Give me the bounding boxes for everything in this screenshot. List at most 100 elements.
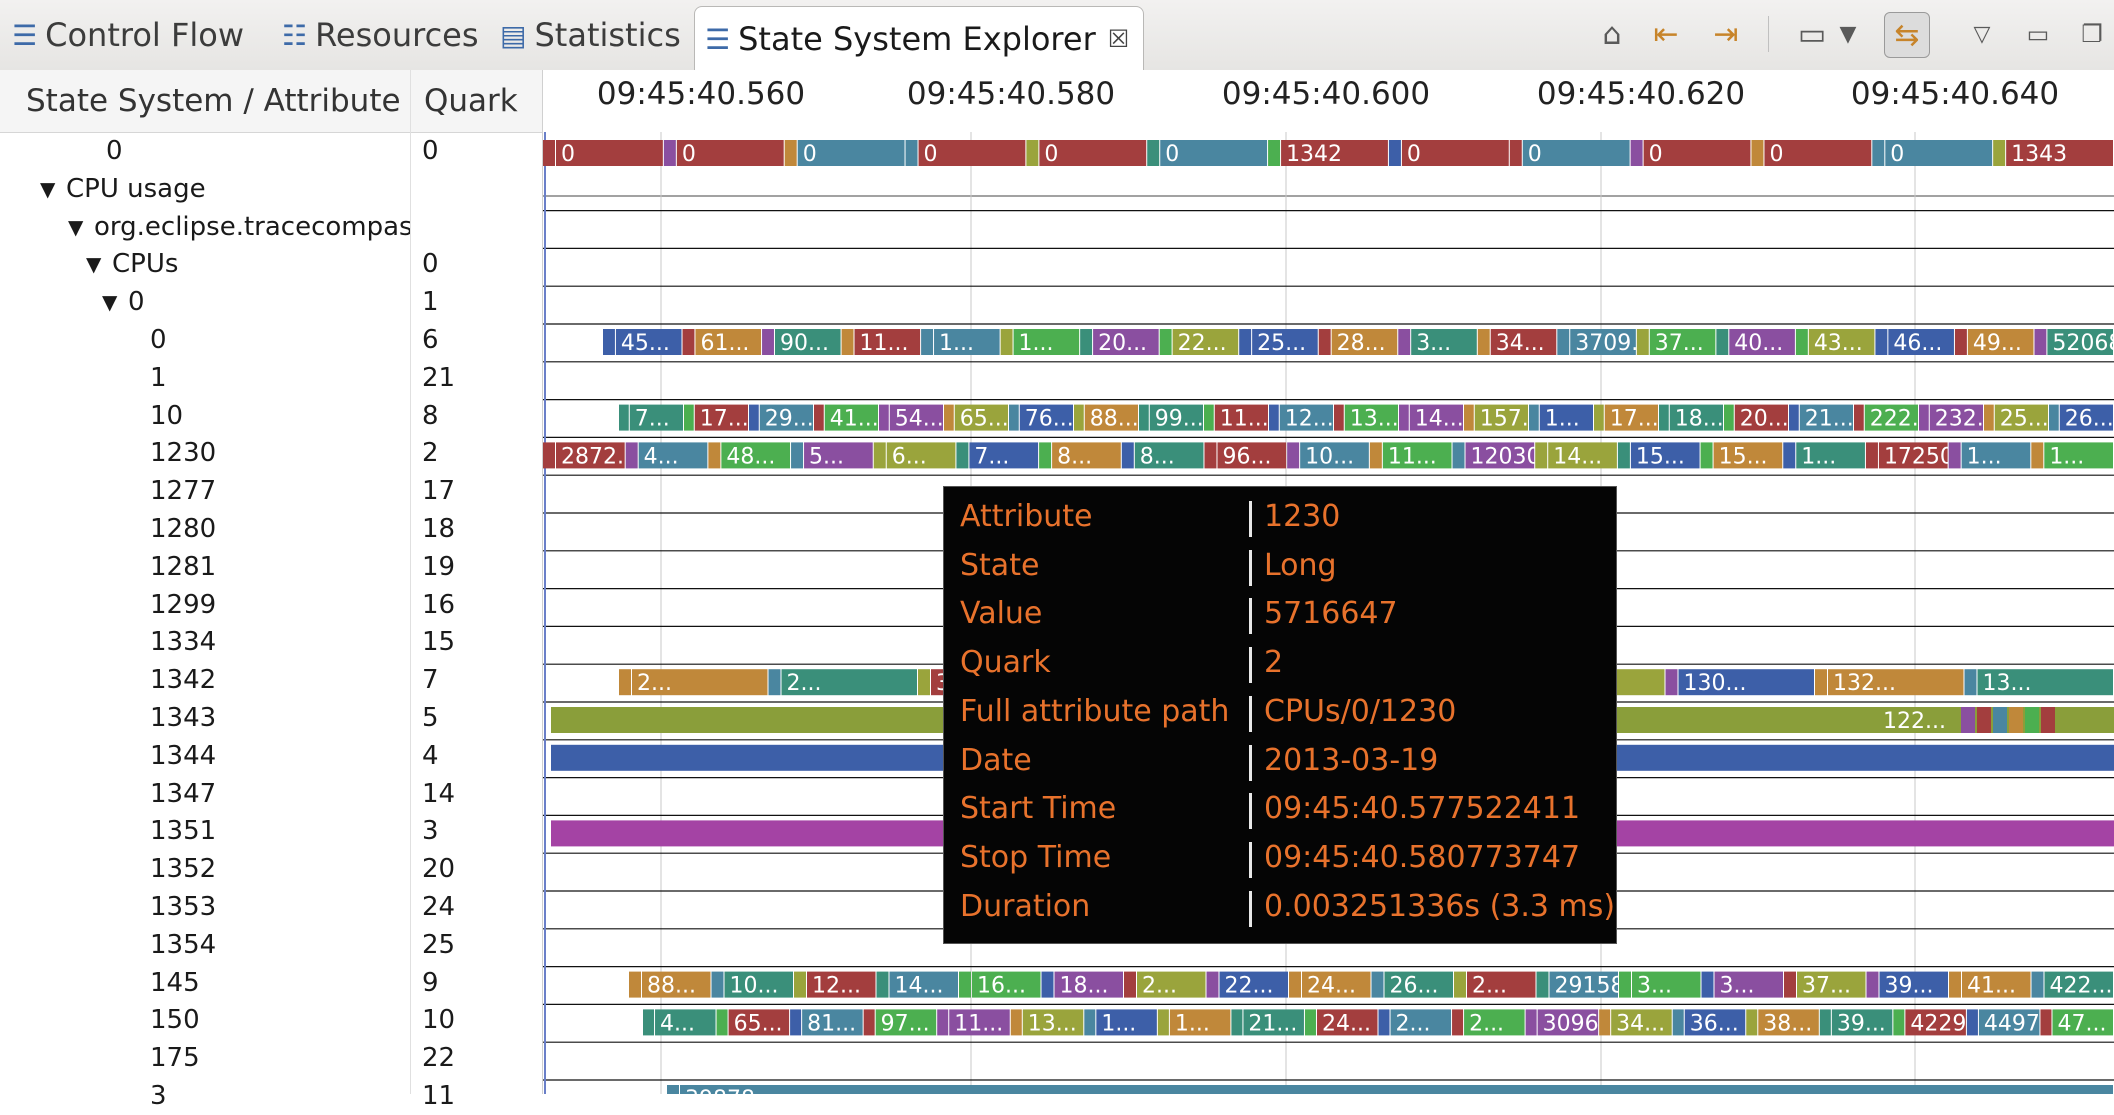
state-label: 0 [1769,142,1783,167]
state-interval [1599,1009,1611,1036]
tree-row[interactable]: 1334 15 [0,623,542,661]
state-interval [1619,971,1631,998]
column-header-attribute[interactable]: State System / Attribute [26,70,401,132]
tree-row[interactable]: 1230 2 [0,434,542,472]
next-marker-icon[interactable]: ⇥ [1704,12,1748,56]
tree-row[interactable]: 1354 25 [0,926,542,964]
attribute-name: 175 [150,1043,200,1074]
tree-row[interactable]: 1352 20 [0,850,542,888]
home-icon[interactable]: ⌂ [1590,12,1634,56]
state-interval [1000,329,1013,355]
tree-row[interactable]: 10 8 [0,397,542,435]
attribute-name: 1354 [150,929,217,960]
synchronize-icon[interactable]: ⇆ [1884,12,1930,58]
state-label: 130... [1684,671,1747,696]
dropdown-arrow-icon[interactable]: ▼ [1834,12,1862,56]
add-bookmark-icon[interactable]: ▭ [1790,12,1834,56]
state-interval [1784,971,1796,998]
state-interval [2025,707,2039,733]
tree-row[interactable]: 1280 18 [0,510,542,548]
state-label: 1... [1101,1011,1136,1036]
attribute-name: 145 [150,967,200,998]
quark-value: 18 [422,514,456,544]
control-flow-icon: ☰ [12,18,38,52]
tree-row[interactable]: 1343 5 [0,699,542,737]
state-interval [921,329,934,355]
tree-row[interactable]: ▼ CPUs 0 [0,245,542,283]
state-interval [1529,404,1539,431]
state-interval [1269,404,1279,431]
maximize-icon[interactable]: ❐ [2070,12,2114,56]
close-icon[interactable]: ☒ [1108,25,1130,53]
tree-row[interactable]: 1299 16 [0,586,542,624]
minimize-icon[interactable]: ▭ [2016,12,2060,56]
tab-statistics[interactable]: ▤ Statistics [500,6,681,64]
state-label: 15... [1636,444,1685,469]
attribute-tree[interactable]: State System / Attribute Quark 0 0 ▼ CPU us… [0,70,543,1111]
state-interval [1477,329,1490,355]
expand-toggle-icon[interactable]: ▼ [68,208,83,246]
tree-row[interactable]: 1347 14 [0,775,542,813]
tree-row[interactable]: 1342 7 [0,661,542,699]
tree-row[interactable]: 145 9 [0,964,542,1002]
state-interval [1746,1009,1758,1036]
tree-row[interactable]: 1344 4 [0,737,542,775]
attribute-name: 1277 [150,476,217,507]
state-label: 28... [1337,331,1386,356]
state-interval [1147,140,1160,166]
state-interval [625,442,638,469]
expand-toggle-icon[interactable]: ▼ [86,245,101,283]
state-interval [1984,404,1994,431]
tree-row[interactable]: ▼ 0 1 [0,283,542,321]
attribute-name: 1281 [150,551,217,582]
quark-value: 9 [422,967,439,998]
previous-marker-icon[interactable]: ⇤ [1644,12,1688,56]
tab-control-flow[interactable]: ☰ Control Flow [12,6,244,64]
tree-row[interactable]: 175 22 [0,1039,542,1077]
state-label: 13... [1028,1011,1077,1036]
tree-row[interactable]: 1277 17 [0,472,542,510]
quark-value: 1 [422,287,439,318]
state-interval [1204,404,1214,431]
state-interval [1239,329,1252,355]
state-label: 12... [812,974,861,999]
tooltip-key: State [960,547,1040,583]
tree-row[interactable]: 1 21 [0,359,542,397]
state-label: 10... [730,974,779,999]
tree-row[interactable]: 1353 24 [0,888,542,926]
state-interval [2040,1009,2052,1036]
tree-row[interactable]: 1281 19 [0,548,542,586]
attribute-name: 10 [150,400,184,431]
tree-row[interactable]: 3 11 [0,1077,542,1115]
column-header-quark[interactable]: Quark [424,70,518,132]
state-interval [1084,1009,1096,1036]
tab-label: Control Flow [45,16,244,54]
tree-row[interactable]: ▼ CPU usage [0,170,542,208]
tooltip-value: 0.003251336s (3.3 ms) [1264,888,1616,924]
attribute-name: 1334 [150,627,217,658]
state-label: 422... [2050,974,2113,999]
tree-row[interactable]: 06 [0,321,542,359]
expand-toggle-icon[interactable]: ▼ [102,283,117,321]
state-label: 3... [1416,331,1451,356]
state-interval [1398,329,1411,355]
tab-state-system-explorer[interactable]: ☰ State System Explorer ☒ [694,6,1145,71]
state-interval [1659,404,1669,431]
tree-row[interactable]: 00 [0,132,542,170]
quark-value: 6 [422,325,439,355]
view-menu-icon[interactable]: ▽ [1960,12,2004,56]
state-interval [629,971,641,998]
tree-row[interactable]: 150 10 [0,1001,542,1039]
tree-row[interactable]: ▼ org.eclipse.tracecompass.a [0,208,542,246]
state-label: 26... [1390,974,1439,999]
state-label: 36... [1690,1011,1739,1036]
quark-value: 20 [422,854,456,885]
tooltip-separator [1249,695,1252,732]
tab-resources[interactable]: ☷ Resources [282,6,479,64]
state-label: 61... [700,331,749,356]
state-interval [1010,1009,1022,1036]
expand-toggle-icon[interactable]: ▼ [40,170,55,208]
attribute-name: 1299 [150,589,217,620]
tree-row[interactable]: 1351 3 [0,812,542,850]
quark-value: 21 [422,362,456,393]
